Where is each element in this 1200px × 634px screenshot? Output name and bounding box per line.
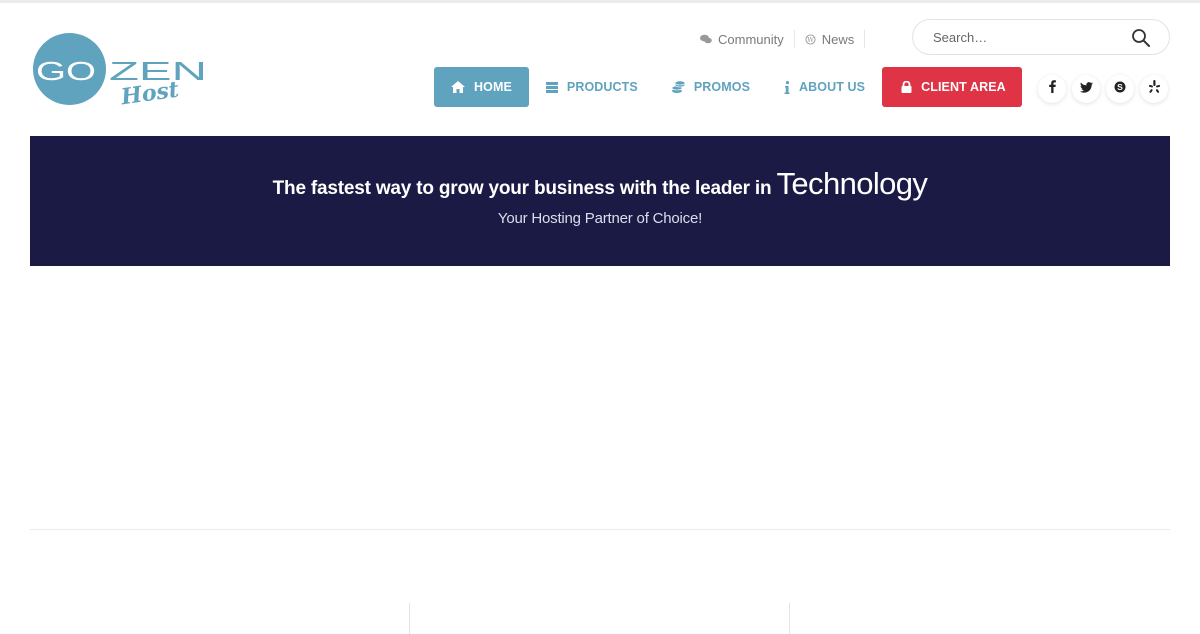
top-border (0, 0, 1200, 3)
logo-text-go: GO (36, 56, 96, 86)
facebook-icon (1048, 80, 1056, 98)
hero-title: The fastest way to grow your business wi… (30, 166, 1170, 202)
column-divider (409, 603, 410, 634)
skype-link[interactable]: S (1106, 75, 1134, 103)
svg-text:S: S (1117, 82, 1123, 92)
yelp-link[interactable] (1140, 75, 1168, 103)
nav-products[interactable]: PRODUCTS (529, 67, 655, 107)
section-divider (30, 529, 1170, 530)
logo[interactable]: GO ZEN Host (33, 33, 213, 107)
svg-text:W: W (807, 35, 814, 43)
column-divider (789, 603, 790, 634)
hero-banner: The fastest way to grow your business wi… (30, 136, 1170, 266)
nav-products-label: PRODUCTS (566, 80, 638, 94)
lock-icon (901, 81, 912, 93)
news-label: News (821, 31, 855, 47)
search-input[interactable] (933, 29, 1123, 45)
info-icon (784, 80, 790, 94)
skype-icon: S (1114, 80, 1126, 98)
comments-icon (700, 34, 712, 44)
nav-promos[interactable]: PROMOS (655, 67, 767, 107)
community-link[interactable]: Community (690, 32, 794, 47)
twitter-icon (1079, 80, 1093, 98)
news-link[interactable]: W News (795, 32, 865, 47)
top-links: Community W News (690, 30, 866, 48)
twitter-link[interactable] (1072, 75, 1100, 103)
hero-title-highlight: Technology (776, 166, 928, 201)
main-nav: HOME PRODUCTS PROMOS ABOUT US CLIENT ARE… (434, 67, 1022, 107)
yelp-icon (1148, 80, 1160, 98)
search-box (912, 19, 1170, 55)
nav-home-label: HOME (474, 80, 512, 94)
hero-subtitle: Your Hosting Partner of Choice! (497, 210, 703, 227)
coins-icon (671, 81, 685, 93)
social-links: S (1038, 75, 1168, 103)
client-area-label: CLIENT AREA (921, 80, 1006, 94)
facebook-link[interactable] (1038, 75, 1066, 103)
nav-about[interactable]: ABOUT US (767, 67, 882, 107)
server-icon (545, 81, 558, 93)
nav-home[interactable]: HOME (434, 67, 529, 107)
wordpress-icon: W (805, 33, 816, 45)
client-area-button[interactable]: CLIENT AREA (882, 67, 1022, 107)
nav-promos-label: PROMOS (693, 80, 751, 94)
hero-title-text: The fastest way to grow your business wi… (272, 178, 772, 199)
community-label: Community (718, 31, 784, 47)
home-icon (451, 81, 465, 93)
search-icon[interactable] (1131, 28, 1151, 48)
toplink-divider (864, 30, 866, 48)
logo-wordmark: GO ZEN Host (36, 56, 207, 107)
nav-about-label: ABOUT US (799, 80, 866, 94)
